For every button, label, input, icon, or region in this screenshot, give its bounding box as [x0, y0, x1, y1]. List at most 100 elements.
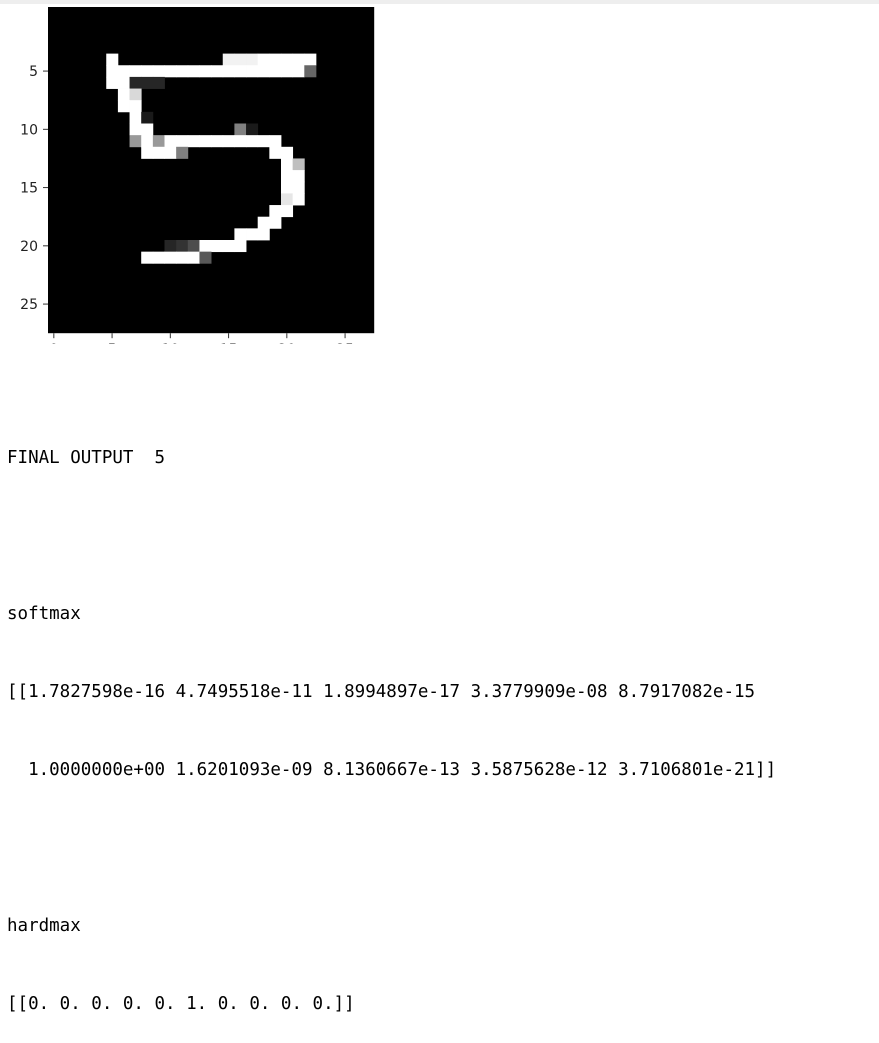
image-pixel: [152, 76, 165, 89]
image-pixel: [129, 123, 142, 136]
image-pixel: [199, 240, 212, 253]
image-pixel: [246, 228, 259, 241]
image-pixel: [269, 135, 282, 148]
image-pixel: [176, 65, 189, 78]
image-pixel: [304, 65, 317, 78]
image-pixel: [281, 65, 294, 78]
image-pixel: [234, 65, 247, 78]
final-output-line: FINAL OUTPUT 5: [7, 448, 166, 468]
image-pixel: [106, 65, 119, 78]
image-pixel: [176, 251, 189, 264]
image-pixel: [164, 251, 177, 264]
softmax-values-line-2: 1.0000000e+00 1.6201093e-09 8.1360667e-1…: [7, 760, 777, 780]
image-pixel: [281, 193, 294, 206]
y-tick-label: 10: [20, 122, 38, 138]
image-pixel: [246, 53, 259, 66]
image-pixel: [141, 251, 154, 264]
image-pixel: [234, 135, 247, 148]
image-pixel: [257, 65, 270, 78]
image-pixel: [117, 100, 130, 113]
image-pixel: [199, 251, 212, 264]
image-pixel: [152, 146, 165, 159]
image-pixel: [106, 76, 119, 89]
image-pixel: [222, 135, 235, 148]
image-pixel: [176, 135, 189, 148]
image-background: [48, 7, 375, 334]
image-pixel: [246, 65, 259, 78]
image-pixel: [129, 100, 142, 113]
image-pixel: [117, 88, 130, 101]
image-pixel: [141, 123, 154, 136]
image-pixel: [222, 53, 235, 66]
image-pixel: [141, 111, 154, 124]
image-pixel: [141, 65, 154, 78]
image-pixel: [164, 65, 177, 78]
image-pixel: [176, 146, 189, 159]
image-pixel: [257, 53, 270, 66]
image-pixel: [269, 205, 282, 218]
image-pixel: [152, 135, 165, 148]
image-pixel: [281, 158, 294, 171]
image-pixel: [211, 65, 224, 78]
cell-output: FINAL OUTPUT 5 softmax [[1.7827598e-16 4…: [7, 393, 776, 1043]
image-pixel: [187, 65, 200, 78]
hardmax-label: hardmax: [7, 916, 81, 936]
image-pixel: [164, 146, 177, 159]
softmax-values-line-1: [[1.7827598e-16 4.7495518e-11 1.8994897e…: [7, 682, 756, 702]
image-pixel: [246, 123, 259, 136]
image-pixel: [257, 135, 270, 148]
image-pixel: [176, 240, 189, 253]
image-pixel: [211, 135, 224, 148]
image-pixel: [234, 228, 247, 241]
image-pixel: [129, 135, 142, 148]
image-pixel: [141, 76, 154, 89]
image-pixel: [187, 251, 200, 264]
x-tick-label: 15: [220, 342, 238, 344]
image-pixel: [152, 65, 165, 78]
image-pixel: [269, 53, 282, 66]
image-pixel: [199, 65, 212, 78]
image-pixel: [187, 135, 200, 148]
image-pixel: [246, 135, 259, 148]
image-pixel: [304, 53, 317, 66]
image-pixel: [292, 170, 305, 183]
image-pixel: [152, 251, 165, 264]
image-pixel: [117, 65, 130, 78]
y-tick-label: 25: [20, 297, 38, 313]
image-pixel: [257, 216, 270, 229]
image-pixel: [106, 53, 119, 66]
image-pixel: [164, 135, 177, 148]
image-pixel: [292, 158, 305, 171]
image-pixel: [281, 181, 294, 194]
image-pixel: [269, 146, 282, 159]
image-pixel: [141, 146, 154, 159]
softmax-label: softmax: [7, 604, 81, 624]
image-pixel: [281, 146, 294, 159]
y-tick-label: 15: [20, 181, 38, 197]
image-pixel: [129, 111, 142, 124]
image-pixel: [234, 240, 247, 253]
image-pixel: [292, 193, 305, 206]
image-pixel: [211, 240, 224, 253]
image-pixel: [292, 65, 305, 78]
x-tick-label: 5: [108, 342, 117, 344]
image-pixel: [269, 216, 282, 229]
digit-image-svg: 0 5 10 15 20 25 5 10 15 20 25: [20, 7, 375, 358]
image-pixel: [292, 53, 305, 66]
hardmax-values-line: [[0. 0. 0. 0. 0. 1. 0. 0. 0. 0.]]: [7, 994, 355, 1014]
image-pixel: [164, 240, 177, 253]
image-pixel: [234, 123, 247, 136]
image-pixel: [269, 65, 282, 78]
image-pixel: [129, 76, 142, 89]
y-tick-label: 5: [29, 64, 38, 80]
image-pixel: [117, 76, 130, 89]
image-pixel: [129, 88, 142, 101]
image-pixel: [141, 135, 154, 148]
image-pixel: [129, 65, 142, 78]
image-pixel: [222, 240, 235, 253]
x-tick-label: 0: [49, 342, 58, 344]
x-tick-label: 10: [161, 342, 179, 344]
image-pixel: [199, 135, 212, 148]
image-pixel: [187, 240, 200, 253]
